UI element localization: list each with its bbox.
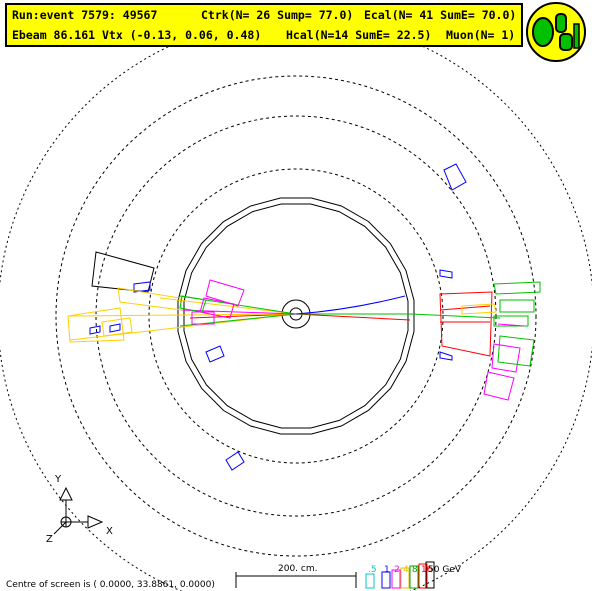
logo-a xyxy=(559,33,573,51)
cluster-box xyxy=(491,343,521,373)
muon-block xyxy=(443,163,467,191)
hcal-text: Hcal(N=14 SumE= 22.5) xyxy=(286,28,431,42)
header-banner: Run:event 7579: 49567 Ctrk(N= 26 Sump= 7… xyxy=(5,3,523,47)
energy-scale-label: 8 xyxy=(412,565,418,575)
energy-scale: .5 1 2 4 8 1650 GeV xyxy=(365,561,462,589)
hcal-line xyxy=(439,305,491,311)
energy-scale-label: 50 GeV xyxy=(428,565,462,575)
y-arrow-icon xyxy=(59,486,73,501)
energy-scale-label: 1 xyxy=(384,565,390,575)
muon-mark xyxy=(89,325,101,335)
run-event-text: Run:event 7579: 49567 xyxy=(12,8,157,22)
track xyxy=(295,313,411,321)
hcal-block xyxy=(439,291,493,357)
z-axis-label: Z xyxy=(46,534,53,545)
energy-scale-label: 2 xyxy=(394,565,400,575)
y-axis-label: Y xyxy=(54,474,62,485)
track xyxy=(295,295,406,315)
solenoid-ring xyxy=(148,168,444,464)
muon-block xyxy=(205,345,225,363)
x-axis-label: X xyxy=(106,526,113,537)
axis-glyph xyxy=(53,486,104,535)
muon-block xyxy=(225,451,245,471)
calorimeter-left xyxy=(67,251,183,343)
middle-dashed-ring xyxy=(95,115,497,517)
energy-scale-label: .5 xyxy=(368,565,377,575)
ctrk-text: Ctrk(N= 26 Sump= 77.0) xyxy=(201,8,353,22)
ecal-text: Ecal(N= 41 SumE= 70.0) xyxy=(364,8,516,22)
hcal-green xyxy=(493,281,541,295)
ecal-block xyxy=(461,303,497,315)
z-axis-line xyxy=(53,521,67,535)
logo-p xyxy=(555,13,567,33)
event-display: Run:event 7579: 49567 Ctrk(N= 26 Sump= 7… xyxy=(0,2,592,591)
detector-outline xyxy=(0,17,592,591)
logo-l xyxy=(573,23,580,49)
distance-scale xyxy=(235,572,357,588)
centre-of-screen-text: Centre of screen is ( 0.0000, 33.8861, 0… xyxy=(6,580,215,590)
muon-block xyxy=(439,269,453,279)
calorimeter-right xyxy=(409,281,541,401)
energy-scale-box xyxy=(365,573,375,589)
jet-chamber-outer xyxy=(177,197,415,435)
energy-scale-label: 4 xyxy=(403,565,409,575)
muon-mark xyxy=(109,323,121,333)
ebeam-text: Ebeam 86.161 Vtx (-0.13, 0.06, 0.48) xyxy=(12,28,261,42)
muon-text: Muon(N= 1) xyxy=(446,28,515,42)
opal-logo xyxy=(526,2,586,62)
x-arrow-icon xyxy=(87,515,104,529)
cluster-box xyxy=(483,371,515,401)
green-line xyxy=(409,313,501,319)
logo-o xyxy=(532,17,554,47)
hcal-green xyxy=(497,335,535,367)
hcal-green xyxy=(499,299,535,313)
distance-scale-label: 200. cm. xyxy=(278,564,317,574)
outer-dashed-ring xyxy=(0,17,592,591)
clusters-inner-left xyxy=(179,163,467,471)
muon-block xyxy=(439,351,453,361)
